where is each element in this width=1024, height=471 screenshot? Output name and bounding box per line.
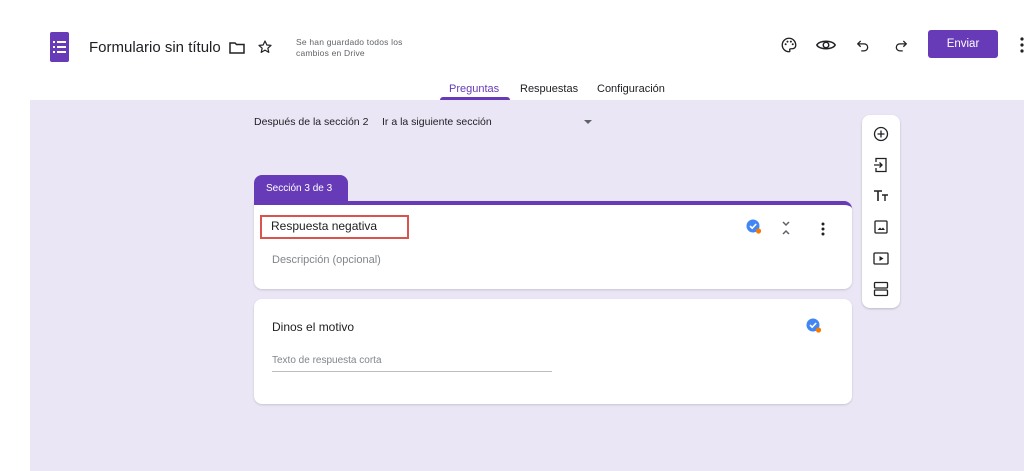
question-title[interactable]: Dinos el motivo xyxy=(272,320,354,334)
send-button[interactable]: Enviar xyxy=(928,30,998,58)
short-answer-placeholder: Texto de respuesta corta xyxy=(272,355,382,366)
add-video-icon[interactable] xyxy=(862,247,900,269)
section-indicator-tab: Sección 3 de 3 xyxy=(254,175,348,201)
tab-settings[interactable]: Configuración xyxy=(597,83,665,95)
floating-toolbar xyxy=(862,115,900,308)
palette-icon[interactable] xyxy=(779,35,799,55)
tab-questions[interactable]: Preguntas xyxy=(449,83,499,95)
add-title-icon[interactable] xyxy=(862,185,900,207)
add-question-icon[interactable] xyxy=(862,123,900,145)
save-status-text: Se han guardado todos los cambios en Dri… xyxy=(296,37,403,58)
check-badge-icon[interactable] xyxy=(806,318,822,334)
after-section-label: Después de la sección 2 xyxy=(254,116,369,128)
app-header: Formulario sin título Se han guardado to… xyxy=(0,0,1024,100)
folder-icon[interactable] xyxy=(228,39,246,55)
form-title[interactable]: Formulario sin título xyxy=(89,39,221,56)
tab-responses[interactable]: Respuestas xyxy=(520,83,578,95)
section-description[interactable]: Descripción (opcional) xyxy=(272,254,381,266)
after-section-select[interactable]: Ir a la siguiente sección xyxy=(382,116,492,128)
star-icon[interactable] xyxy=(256,38,274,56)
more-vert-icon[interactable] xyxy=(1016,35,1024,55)
add-image-icon[interactable] xyxy=(862,216,900,238)
section-more-icon[interactable] xyxy=(817,220,829,238)
dropdown-arrow-icon[interactable] xyxy=(584,120,592,124)
collapse-icon[interactable] xyxy=(778,219,794,237)
check-badge-icon[interactable] xyxy=(746,219,762,235)
tab-bar: Preguntas Respuestas Configuración xyxy=(0,80,1024,100)
import-questions-icon[interactable] xyxy=(862,154,900,176)
preview-eye-icon[interactable] xyxy=(815,35,837,55)
forms-logo-icon[interactable] xyxy=(50,32,69,62)
answer-underline xyxy=(272,371,552,372)
undo-icon[interactable] xyxy=(853,35,873,55)
add-section-icon[interactable] xyxy=(862,278,900,300)
highlight-box xyxy=(260,215,409,239)
question-card[interactable] xyxy=(254,299,852,404)
redo-icon[interactable] xyxy=(891,35,911,55)
